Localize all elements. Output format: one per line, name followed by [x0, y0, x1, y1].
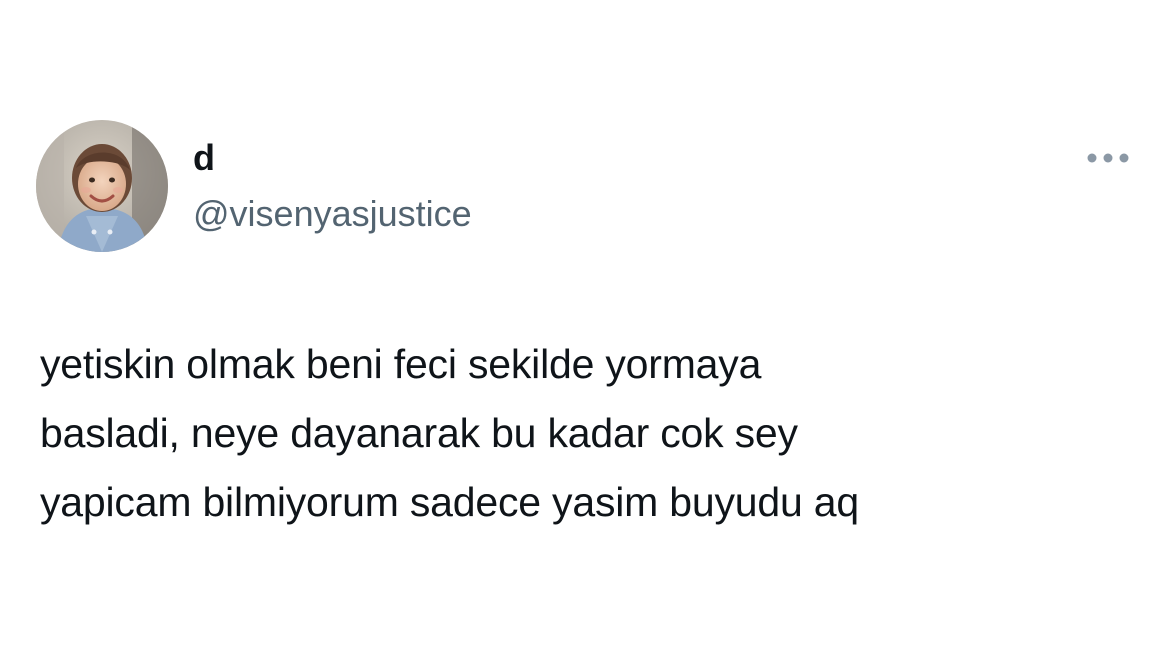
more-options-button[interactable] [1082, 140, 1134, 176]
tweet-text-line: basladi, neye dayanarak bu kadar cok sey [40, 410, 798, 456]
avatar-photo [36, 120, 168, 252]
tweet-card: d @visenyasjustice yetiskin olmak beni f… [0, 0, 1170, 658]
avatar[interactable] [36, 120, 168, 252]
more-horizontal-icon [1086, 152, 1130, 164]
author-handle[interactable]: @visenyasjustice [193, 192, 472, 236]
tweet-text-line: yapicam bilmiyorum sadece yasim buyudu a… [40, 479, 860, 525]
tweet-text-line: yetiskin olmak beni feci sekilde yormaya [40, 341, 762, 387]
tweet-text: yetiskin olmak beni feci sekilde yormaya… [40, 330, 1100, 537]
author-display-name[interactable]: d [193, 136, 215, 180]
